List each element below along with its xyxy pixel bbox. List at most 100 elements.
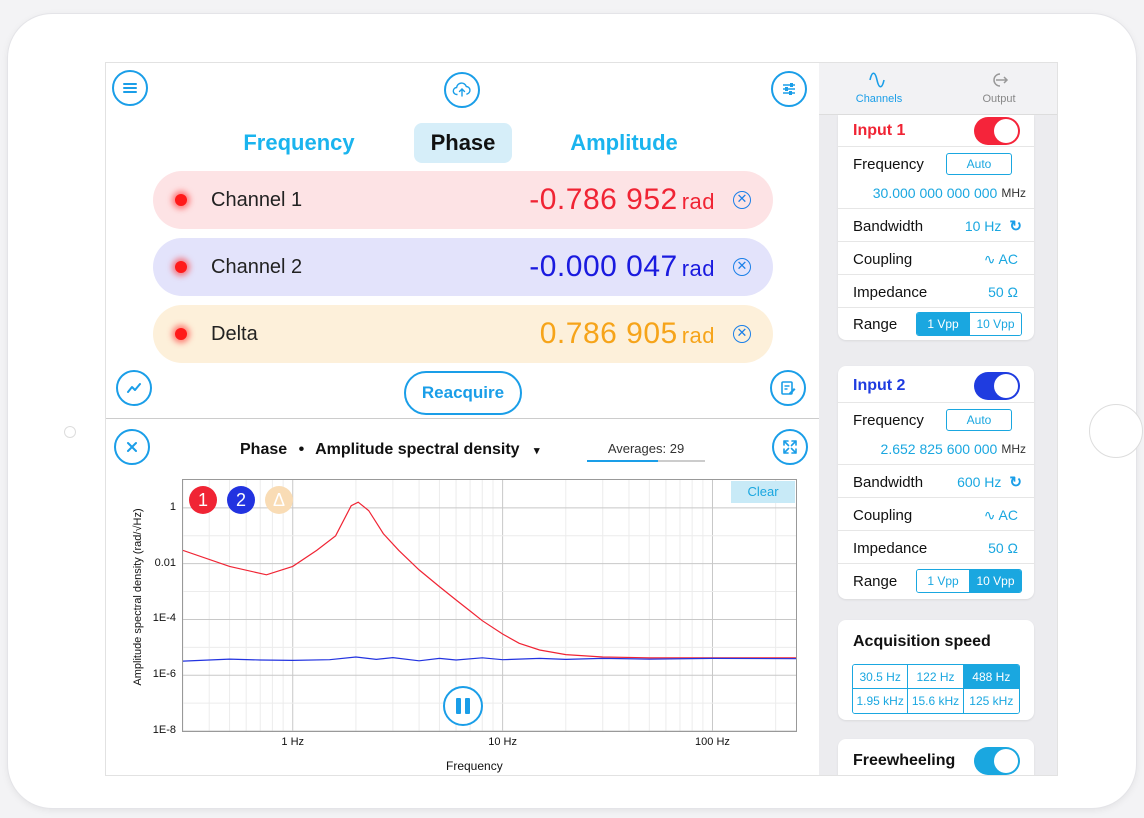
- bullet-separator: •: [298, 441, 305, 458]
- ac-wave-icon: ∿: [983, 506, 996, 523]
- channel-name: Channel 2: [211, 255, 303, 278]
- plot-mode-selector[interactable]: Phase • Amplitude spectral density ▾: [240, 441, 540, 459]
- channel-1-row: Channel 1 -0.786 952 rad ✕: [153, 171, 773, 229]
- y-tick-label: 1E-8: [152, 724, 176, 736]
- speed-option[interactable]: 125 kHz: [963, 689, 1019, 713]
- frequency-value[interactable]: 2.652 825 600 000: [881, 441, 998, 457]
- edit-notes-icon[interactable]: [770, 370, 806, 406]
- coupling-value[interactable]: AC: [999, 507, 1018, 523]
- expand-icon[interactable]: [772, 429, 808, 465]
- frequency-value[interactable]: 30.000 000 000 000: [873, 185, 998, 201]
- refresh-icon[interactable]: ↻: [1009, 218, 1022, 235]
- close-icon[interactable]: ✕: [733, 191, 751, 209]
- input-1-toggle[interactable]: [974, 117, 1020, 145]
- output-icon: [959, 63, 1039, 93]
- row-label: Bandwidth: [853, 217, 924, 235]
- bandwidth-row: Bandwidth 10 Hz ↻: [853, 214, 1022, 238]
- menu-icon[interactable]: [112, 70, 148, 106]
- frequency-value-row[interactable]: 30.000 000 000 000 MHz: [844, 182, 1026, 204]
- close-icon[interactable]: [114, 429, 150, 465]
- auto-button[interactable]: Auto: [946, 153, 1012, 175]
- spectral-density-plot[interactable]: 1 2 Δ Clear: [182, 479, 797, 732]
- reacquire-button[interactable]: Reacquire: [404, 371, 522, 415]
- status-dot: [175, 261, 187, 273]
- close-icon[interactable]: ✕: [733, 258, 751, 276]
- refresh-icon[interactable]: ↻: [1009, 474, 1022, 491]
- plot-svg: [182, 480, 797, 732]
- series-1-badge[interactable]: 1: [189, 486, 217, 514]
- averages-progress-fill: [587, 460, 658, 462]
- impedance-value[interactable]: 50 Ω: [988, 284, 1018, 300]
- acquisition-header: Acquisition speed: [853, 630, 1022, 654]
- channel-value: 0.786 905 rad: [539, 317, 715, 350]
- sliders-icon[interactable]: [771, 71, 807, 107]
- range-option[interactable]: 1 Vpp: [917, 313, 969, 335]
- range-selector[interactable]: 1 Vpp 10 Vpp: [916, 312, 1022, 336]
- range-option[interactable]: 10 Vpp: [969, 313, 1021, 335]
- averages-progress: [587, 460, 705, 462]
- tab-output[interactable]: Output: [959, 63, 1039, 115]
- range-option[interactable]: 1 Vpp: [917, 570, 969, 592]
- divider: [106, 418, 819, 419]
- coupling-row: Coupling ∿ AC: [853, 503, 1022, 527]
- tab-amplitude[interactable]: Amplitude: [556, 123, 692, 163]
- speed-option[interactable]: 30.5 Hz: [853, 665, 909, 689]
- status-dot: [175, 194, 187, 206]
- auto-button[interactable]: Auto: [946, 409, 1012, 431]
- tab-channels[interactable]: Channels: [839, 63, 919, 115]
- frequency-value-row[interactable]: 2.652 825 600 000 MHz: [844, 438, 1026, 460]
- plot-type-label: Amplitude spectral density: [315, 441, 520, 458]
- x-axis-label: Frequency: [446, 759, 503, 773]
- trend-chart-icon[interactable]: [116, 370, 152, 406]
- delta-row: Delta 0.786 905 rad ✕: [153, 305, 773, 363]
- frequency-row: Frequency Auto: [853, 152, 1022, 176]
- y-tick-label: 0.01: [154, 556, 176, 569]
- speed-option[interactable]: 488 Hz: [963, 665, 1019, 689]
- freewheeling-card: Freewheeling: [838, 739, 1034, 775]
- coupling-row: Coupling ∿ AC: [853, 247, 1022, 271]
- row-label: Frequency: [853, 155, 924, 173]
- close-icon[interactable]: ✕: [733, 325, 751, 343]
- series-2-badge[interactable]: 2: [227, 486, 255, 514]
- x-tick-label: 1 Hz: [281, 736, 305, 748]
- channel-value: -0.000 047 rad: [529, 250, 715, 283]
- coupling-value[interactable]: AC: [999, 251, 1018, 267]
- bandwidth-row: Bandwidth 600 Hz ↻: [853, 470, 1022, 494]
- card-title: Input 2: [853, 377, 906, 394]
- averages-label: Averages: 29: [607, 441, 685, 456]
- freewheeling-toggle[interactable]: [974, 747, 1020, 775]
- x-tick-label: 10 Hz: [488, 736, 517, 748]
- bandwidth-value[interactable]: 600 Hz: [957, 474, 1001, 490]
- status-dot: [175, 328, 187, 340]
- tab-phase[interactable]: Phase: [414, 123, 512, 163]
- speed-option[interactable]: 15.6 kHz: [908, 689, 964, 713]
- sidebar-tabs: Channels Output: [819, 63, 1057, 115]
- input-2-card: Input 2 Frequency Auto 2.652 825 600 000…: [838, 366, 1034, 599]
- acquisition-speed-selector[interactable]: 30.5 Hz 122 Hz 488 Hz 1.95 kHz 15.6 kHz …: [852, 664, 1020, 714]
- input-2-toggle[interactable]: [974, 372, 1020, 400]
- clear-button[interactable]: Clear: [731, 481, 795, 503]
- range-option[interactable]: 10 Vpp: [969, 570, 1021, 592]
- speed-option[interactable]: 122 Hz: [908, 665, 964, 689]
- tab-label: Output: [982, 93, 1016, 105]
- impedance-value[interactable]: 50 Ω: [988, 540, 1018, 556]
- series-1-line: [182, 501, 796, 659]
- y-tick-label: 1: [169, 500, 176, 513]
- main-panel: Frequency Phase Amplitude Channel 1 -0.7…: [106, 63, 819, 775]
- frequency-unit: MHz: [1001, 186, 1026, 200]
- speed-option[interactable]: 1.95 kHz: [853, 689, 909, 713]
- tab-frequency[interactable]: Frequency: [232, 123, 366, 163]
- cloud-upload-icon[interactable]: [444, 72, 480, 108]
- delta-badge[interactable]: Δ: [265, 486, 293, 514]
- settings-sidebar: Channels Output Input 1 Frequency Auto 3…: [819, 63, 1057, 775]
- range-selector[interactable]: 1 Vpp 10 Vpp: [916, 569, 1022, 593]
- y-axis-label: Amplitude spectral density (rad/√Hz): [132, 508, 144, 686]
- pause-icon[interactable]: [443, 686, 483, 726]
- range-row: Range 1 Vpp 10 Vpp: [853, 569, 1022, 593]
- channel-name: Delta: [211, 322, 258, 345]
- impedance-row: Impedance 50 Ω: [853, 280, 1022, 304]
- range-row: Range 1 Vpp 10 Vpp: [853, 312, 1022, 336]
- row-label: Coupling: [853, 250, 913, 268]
- bandwidth-value[interactable]: 10 Hz: [965, 218, 1002, 234]
- y-tick-label: 1E-4: [152, 612, 176, 625]
